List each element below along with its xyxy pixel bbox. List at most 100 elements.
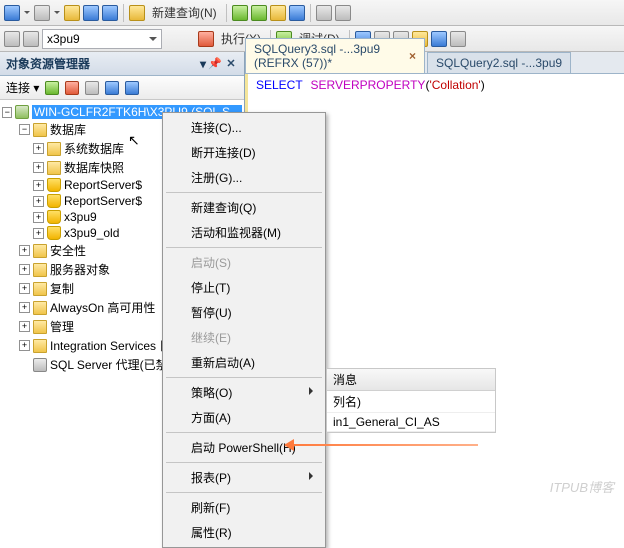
expand-icon[interactable]: + bbox=[33, 180, 44, 191]
panel-title: 对象资源管理器 bbox=[6, 55, 90, 72]
save-icon[interactable] bbox=[83, 5, 99, 21]
folder-icon bbox=[33, 301, 47, 315]
menu-facets[interactable]: 方面(A) bbox=[165, 405, 323, 430]
combo-value: x3pu9 bbox=[47, 32, 80, 46]
expand-icon[interactable]: + bbox=[33, 212, 44, 223]
tree-label: 系统数据库 bbox=[64, 140, 124, 157]
refresh-icon[interactable] bbox=[105, 81, 119, 95]
tb-icon[interactable] bbox=[450, 31, 466, 47]
main-toolbar: 新建查询(N) bbox=[0, 0, 624, 26]
menu-stop[interactable]: 停止(T) bbox=[165, 275, 323, 300]
menu-register[interactable]: 注册(G)... bbox=[165, 165, 323, 190]
expand-icon[interactable]: + bbox=[19, 283, 30, 294]
expand-icon[interactable]: + bbox=[33, 162, 44, 173]
folder-icon bbox=[33, 244, 47, 258]
tree-label: 服务器对象 bbox=[50, 261, 110, 278]
expand-icon[interactable]: + bbox=[33, 143, 44, 154]
tb-icon[interactable] bbox=[23, 31, 39, 47]
expand-icon[interactable]: + bbox=[19, 245, 30, 256]
folder-icon bbox=[33, 339, 47, 353]
menu-properties[interactable]: 属性(R) bbox=[165, 520, 323, 545]
tab-label: SQLQuery2.sql -...3pu9 bbox=[436, 56, 562, 70]
tree-label: x3pu9_old bbox=[64, 226, 119, 240]
tb-icon[interactable] bbox=[270, 5, 286, 21]
menu-powershell[interactable]: 启动 PowerShell(H) bbox=[165, 435, 323, 460]
agent-icon bbox=[33, 358, 47, 372]
open-icon[interactable] bbox=[34, 5, 50, 21]
new-query-button[interactable]: 新建查询(N) bbox=[148, 4, 221, 21]
dropdown-icon[interactable]: ▾ bbox=[200, 57, 206, 71]
filter-icon[interactable] bbox=[125, 81, 139, 95]
menu-connect[interactable]: 连接(C)... bbox=[165, 115, 323, 140]
tb-icon[interactable] bbox=[251, 5, 267, 21]
panel-titlebar: 对象资源管理器 ▾ 📌 ✕ bbox=[0, 52, 244, 76]
tree-label: 管理 bbox=[50, 318, 74, 335]
tree-label: 安全性 bbox=[50, 242, 86, 259]
connect-toolbar: 连接 ▾ bbox=[0, 76, 244, 100]
folder-icon[interactable] bbox=[64, 5, 80, 21]
context-menu: 连接(C)... 断开连接(D) 注册(G)... 新建查询(Q) 活动和监视器… bbox=[162, 112, 326, 548]
tb-icon[interactable] bbox=[289, 5, 305, 21]
project-icon[interactable] bbox=[4, 5, 20, 21]
menu-refresh[interactable]: 刷新(F) bbox=[165, 495, 323, 520]
tb-icon[interactable] bbox=[232, 5, 248, 21]
tree-label: 数据库快照 bbox=[64, 159, 124, 176]
tree-label: ReportServer$ bbox=[64, 178, 142, 192]
expand-icon[interactable]: + bbox=[19, 321, 30, 332]
tb-icon[interactable] bbox=[316, 5, 332, 21]
expand-icon[interactable]: + bbox=[33, 196, 44, 207]
new-query-icon[interactable] bbox=[129, 5, 145, 21]
menu-activity-monitor[interactable]: 活动和监视器(M) bbox=[165, 220, 323, 245]
stop-icon[interactable] bbox=[85, 81, 99, 95]
menu-new-query[interactable]: 新建查询(Q) bbox=[165, 195, 323, 220]
tab-query2[interactable]: SQLQuery2.sql -...3pu9 bbox=[427, 52, 571, 73]
tab-label: SQLQuery3.sql -...3pu9 (REFRX (57))* bbox=[254, 42, 405, 70]
collapse-icon[interactable]: − bbox=[19, 124, 30, 135]
tab-query3[interactable]: SQLQuery3.sql -...3pu9 (REFRX (57))* × bbox=[245, 38, 425, 73]
dropdown-icon[interactable] bbox=[23, 8, 31, 17]
expand-icon[interactable]: + bbox=[19, 340, 30, 351]
sql-string: 'Collation' bbox=[429, 78, 480, 92]
sql-keyword: SELECT bbox=[256, 78, 303, 92]
database-icon bbox=[47, 178, 61, 192]
results-column: 列名) bbox=[327, 391, 495, 413]
disconnect-icon[interactable] bbox=[65, 81, 79, 95]
pin-icon[interactable]: 📌 bbox=[208, 57, 222, 71]
tb-icon[interactable] bbox=[335, 5, 351, 21]
execute-icon[interactable] bbox=[198, 31, 214, 47]
database-icon bbox=[47, 210, 61, 224]
sql-function: SERVERPROPERTY bbox=[311, 78, 426, 92]
close-icon[interactable]: ✕ bbox=[224, 57, 238, 71]
database-combo[interactable]: x3pu9 bbox=[42, 29, 162, 49]
expand-icon[interactable]: + bbox=[33, 228, 44, 239]
server-icon bbox=[15, 105, 28, 119]
menu-start: 启动(S) bbox=[165, 250, 323, 275]
collapse-icon[interactable]: − bbox=[2, 107, 12, 118]
menu-disconnect[interactable]: 断开连接(D) bbox=[165, 140, 323, 165]
editor-tabs: SQLQuery3.sql -...3pu9 (REFRX (57))*× SQ… bbox=[245, 52, 624, 74]
dropdown-icon[interactable] bbox=[53, 8, 61, 17]
tb-icon[interactable] bbox=[431, 31, 447, 47]
tree-label: 复制 bbox=[50, 280, 74, 297]
expand-icon[interactable]: + bbox=[19, 264, 30, 275]
sql-paren: ) bbox=[481, 78, 485, 92]
folder-icon bbox=[33, 282, 47, 296]
close-icon[interactable]: × bbox=[409, 49, 416, 63]
menu-reports[interactable]: 报表(P) bbox=[165, 465, 323, 490]
folder-icon bbox=[47, 161, 61, 175]
folder-icon bbox=[47, 142, 61, 156]
menu-policies[interactable]: 策略(O) bbox=[165, 380, 323, 405]
results-value: in1_General_CI_AS bbox=[327, 413, 495, 432]
results-fragment: 消息 列名) in1_General_CI_AS bbox=[326, 368, 496, 433]
annotation-arrow bbox=[288, 444, 478, 446]
saveall-icon[interactable] bbox=[102, 5, 118, 21]
results-tab[interactable]: 消息 bbox=[327, 369, 495, 391]
expand-icon[interactable]: + bbox=[19, 302, 30, 313]
menu-restart[interactable]: 重新启动(A) bbox=[165, 350, 323, 375]
tb-icon[interactable] bbox=[4, 31, 20, 47]
tree-label: x3pu9 bbox=[64, 210, 97, 224]
database-icon bbox=[47, 194, 61, 208]
connect-icon[interactable] bbox=[45, 81, 59, 95]
connect-button[interactable]: 连接 ▾ bbox=[6, 79, 39, 96]
menu-pause[interactable]: 暂停(U) bbox=[165, 300, 323, 325]
